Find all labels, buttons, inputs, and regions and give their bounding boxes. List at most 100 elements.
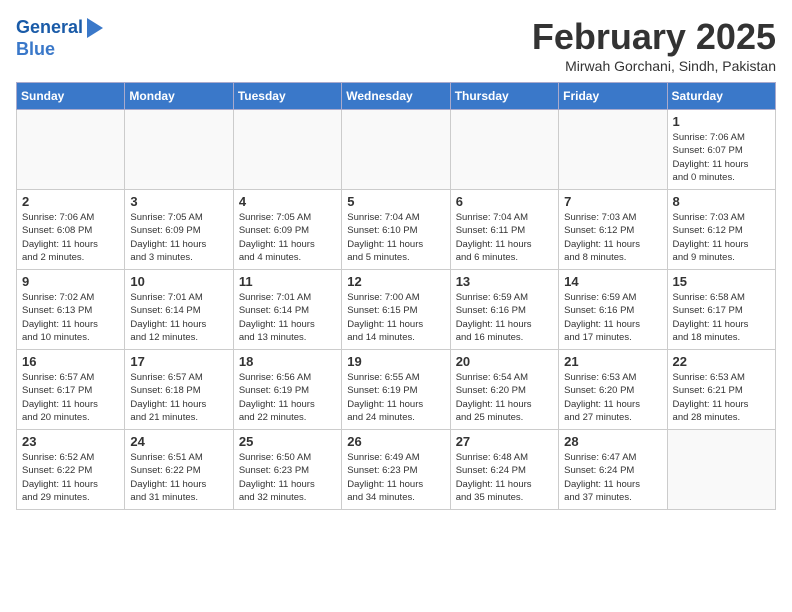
day-info: Sunrise: 6:53 AM Sunset: 6:21 PM Dayligh… <box>673 371 770 424</box>
day-info: Sunrise: 7:06 AM Sunset: 6:08 PM Dayligh… <box>22 211 119 264</box>
logo-text-blue: Blue <box>16 40 105 60</box>
calendar-cell <box>17 110 125 190</box>
day-number: 6 <box>456 194 553 209</box>
calendar-cell: 11 Sunrise: 7:01 AM Sunset: 6:14 PM Dayli… <box>233 270 341 350</box>
day-info: Sunrise: 7:05 AM Sunset: 6:09 PM Dayligh… <box>130 211 227 264</box>
day-number: 20 <box>456 354 553 369</box>
calendar-cell: 1 Sunrise: 7:06 AM Sunset: 6:07 PM Daylig… <box>667 110 775 190</box>
day-info: Sunrise: 6:59 AM Sunset: 6:16 PM Dayligh… <box>564 291 661 344</box>
day-info: Sunrise: 7:05 AM Sunset: 6:09 PM Dayligh… <box>239 211 336 264</box>
day-number: 16 <box>22 354 119 369</box>
day-info: Sunrise: 6:49 AM Sunset: 6:23 PM Dayligh… <box>347 451 444 504</box>
day-number: 24 <box>130 434 227 449</box>
calendar-cell: 5 Sunrise: 7:04 AM Sunset: 6:10 PM Daylig… <box>342 190 450 270</box>
logo-text-general: General <box>16 18 83 38</box>
calendar-cell: 25 Sunrise: 6:50 AM Sunset: 6:23 PM Dayli… <box>233 430 341 510</box>
calendar-cell: 21 Sunrise: 6:53 AM Sunset: 6:20 PM Dayli… <box>559 350 667 430</box>
calendar-cell: 10 Sunrise: 7:01 AM Sunset: 6:14 PM Dayli… <box>125 270 233 350</box>
calendar-cell: 18Sunrise: 6:56 AM Sunset: 6:19 PM Dayli… <box>233 350 341 430</box>
day-info: Sunrise: 7:03 AM Sunset: 6:12 PM Dayligh… <box>564 211 661 264</box>
day-info: Sunrise: 6:56 AM Sunset: 6:19 PM Dayligh… <box>239 371 336 424</box>
calendar-cell: 8Sunrise: 7:03 AM Sunset: 6:12 PM Daylig… <box>667 190 775 270</box>
day-number: 12 <box>347 274 444 289</box>
day-number: 5 <box>347 194 444 209</box>
calendar-cell: 22 Sunrise: 6:53 AM Sunset: 6:21 PM Dayli… <box>667 350 775 430</box>
week-row-2: 9 Sunrise: 7:02 AM Sunset: 6:13 PM Daylig… <box>17 270 776 350</box>
logo-icon <box>85 16 105 40</box>
calendar-cell: 6 Sunrise: 7:04 AM Sunset: 6:11 PM Daylig… <box>450 190 558 270</box>
day-info: Sunrise: 7:01 AM Sunset: 6:14 PM Dayligh… <box>239 291 336 344</box>
day-info: Sunrise: 6:48 AM Sunset: 6:24 PM Dayligh… <box>456 451 553 504</box>
day-number: 25 <box>239 434 336 449</box>
calendar-cell <box>342 110 450 190</box>
calendar-cell: 7 Sunrise: 7:03 AM Sunset: 6:12 PM Daylig… <box>559 190 667 270</box>
week-row-0: 1 Sunrise: 7:06 AM Sunset: 6:07 PM Daylig… <box>17 110 776 190</box>
calendar-cell: 20 Sunrise: 6:54 AM Sunset: 6:20 PM Dayli… <box>450 350 558 430</box>
weekday-header-monday: Monday <box>125 83 233 110</box>
day-info: Sunrise: 7:06 AM Sunset: 6:07 PM Dayligh… <box>673 131 770 184</box>
calendar-cell: 19 Sunrise: 6:55 AM Sunset: 6:19 PM Dayli… <box>342 350 450 430</box>
calendar-cell: 23Sunrise: 6:52 AM Sunset: 6:22 PM Dayli… <box>17 430 125 510</box>
week-row-1: 2 Sunrise: 7:06 AM Sunset: 6:08 PM Daylig… <box>17 190 776 270</box>
calendar-cell: 13 Sunrise: 6:59 AM Sunset: 6:16 PM Dayli… <box>450 270 558 350</box>
calendar-cell: 16Sunrise: 6:57 AM Sunset: 6:17 PM Dayli… <box>17 350 125 430</box>
day-info: Sunrise: 7:04 AM Sunset: 6:11 PM Dayligh… <box>456 211 553 264</box>
day-number: 21 <box>564 354 661 369</box>
weekday-header-friday: Friday <box>559 83 667 110</box>
day-number: 1 <box>673 114 770 129</box>
day-number: 26 <box>347 434 444 449</box>
day-info: Sunrise: 7:01 AM Sunset: 6:14 PM Dayligh… <box>130 291 227 344</box>
day-info: Sunrise: 6:57 AM Sunset: 6:18 PM Dayligh… <box>130 371 227 424</box>
day-info: Sunrise: 6:58 AM Sunset: 6:17 PM Dayligh… <box>673 291 770 344</box>
day-number: 23 <box>22 434 119 449</box>
day-number: 14 <box>564 274 661 289</box>
calendar-cell <box>450 110 558 190</box>
calendar-cell: 12 Sunrise: 7:00 AM Sunset: 6:15 PM Dayli… <box>342 270 450 350</box>
calendar-cell: 14 Sunrise: 6:59 AM Sunset: 6:16 PM Dayli… <box>559 270 667 350</box>
day-number: 7 <box>564 194 661 209</box>
day-info: Sunrise: 7:04 AM Sunset: 6:10 PM Dayligh… <box>347 211 444 264</box>
day-number: 10 <box>130 274 227 289</box>
day-number: 22 <box>673 354 770 369</box>
calendar-cell: 24Sunrise: 6:51 AM Sunset: 6:22 PM Dayli… <box>125 430 233 510</box>
calendar-table: SundayMondayTuesdayWednesdayThursdayFrid… <box>16 82 776 510</box>
day-number: 15 <box>673 274 770 289</box>
day-info: Sunrise: 6:55 AM Sunset: 6:19 PM Dayligh… <box>347 371 444 424</box>
day-info: Sunrise: 6:59 AM Sunset: 6:16 PM Dayligh… <box>456 291 553 344</box>
weekday-header-tuesday: Tuesday <box>233 83 341 110</box>
day-number: 9 <box>22 274 119 289</box>
weekday-header-sunday: Sunday <box>17 83 125 110</box>
page-header: General Blue February 2025 Mirwah Gorcha… <box>16 16 776 74</box>
calendar-cell <box>125 110 233 190</box>
day-info: Sunrise: 7:00 AM Sunset: 6:15 PM Dayligh… <box>347 291 444 344</box>
day-number: 2 <box>22 194 119 209</box>
day-number: 3 <box>130 194 227 209</box>
day-info: Sunrise: 6:54 AM Sunset: 6:20 PM Dayligh… <box>456 371 553 424</box>
location: Mirwah Gorchani, Sindh, Pakistan <box>532 58 776 74</box>
calendar-cell <box>233 110 341 190</box>
day-info: Sunrise: 6:50 AM Sunset: 6:23 PM Dayligh… <box>239 451 336 504</box>
calendar-cell: 26 Sunrise: 6:49 AM Sunset: 6:23 PM Dayli… <box>342 430 450 510</box>
day-info: Sunrise: 6:53 AM Sunset: 6:20 PM Dayligh… <box>564 371 661 424</box>
day-number: 8 <box>673 194 770 209</box>
day-info: Sunrise: 7:02 AM Sunset: 6:13 PM Dayligh… <box>22 291 119 344</box>
month-title: February 2025 <box>532 16 776 58</box>
week-row-3: 16Sunrise: 6:57 AM Sunset: 6:17 PM Dayli… <box>17 350 776 430</box>
weekday-header-thursday: Thursday <box>450 83 558 110</box>
day-number: 28 <box>564 434 661 449</box>
weekday-header-saturday: Saturday <box>667 83 775 110</box>
calendar-cell: 28Sunrise: 6:47 AM Sunset: 6:24 PM Dayli… <box>559 430 667 510</box>
day-number: 4 <box>239 194 336 209</box>
calendar-cell: 17Sunrise: 6:57 AM Sunset: 6:18 PM Dayli… <box>125 350 233 430</box>
calendar-cell: 2 Sunrise: 7:06 AM Sunset: 6:08 PM Daylig… <box>17 190 125 270</box>
day-number: 19 <box>347 354 444 369</box>
calendar-cell: 4 Sunrise: 7:05 AM Sunset: 6:09 PM Daylig… <box>233 190 341 270</box>
logo: General Blue <box>16 16 105 60</box>
calendar-cell <box>559 110 667 190</box>
day-number: 11 <box>239 274 336 289</box>
day-number: 13 <box>456 274 553 289</box>
calendar-cell <box>667 430 775 510</box>
weekday-header-row: SundayMondayTuesdayWednesdayThursdayFrid… <box>17 83 776 110</box>
calendar-cell: 3 Sunrise: 7:05 AM Sunset: 6:09 PM Daylig… <box>125 190 233 270</box>
weekday-header-wednesday: Wednesday <box>342 83 450 110</box>
